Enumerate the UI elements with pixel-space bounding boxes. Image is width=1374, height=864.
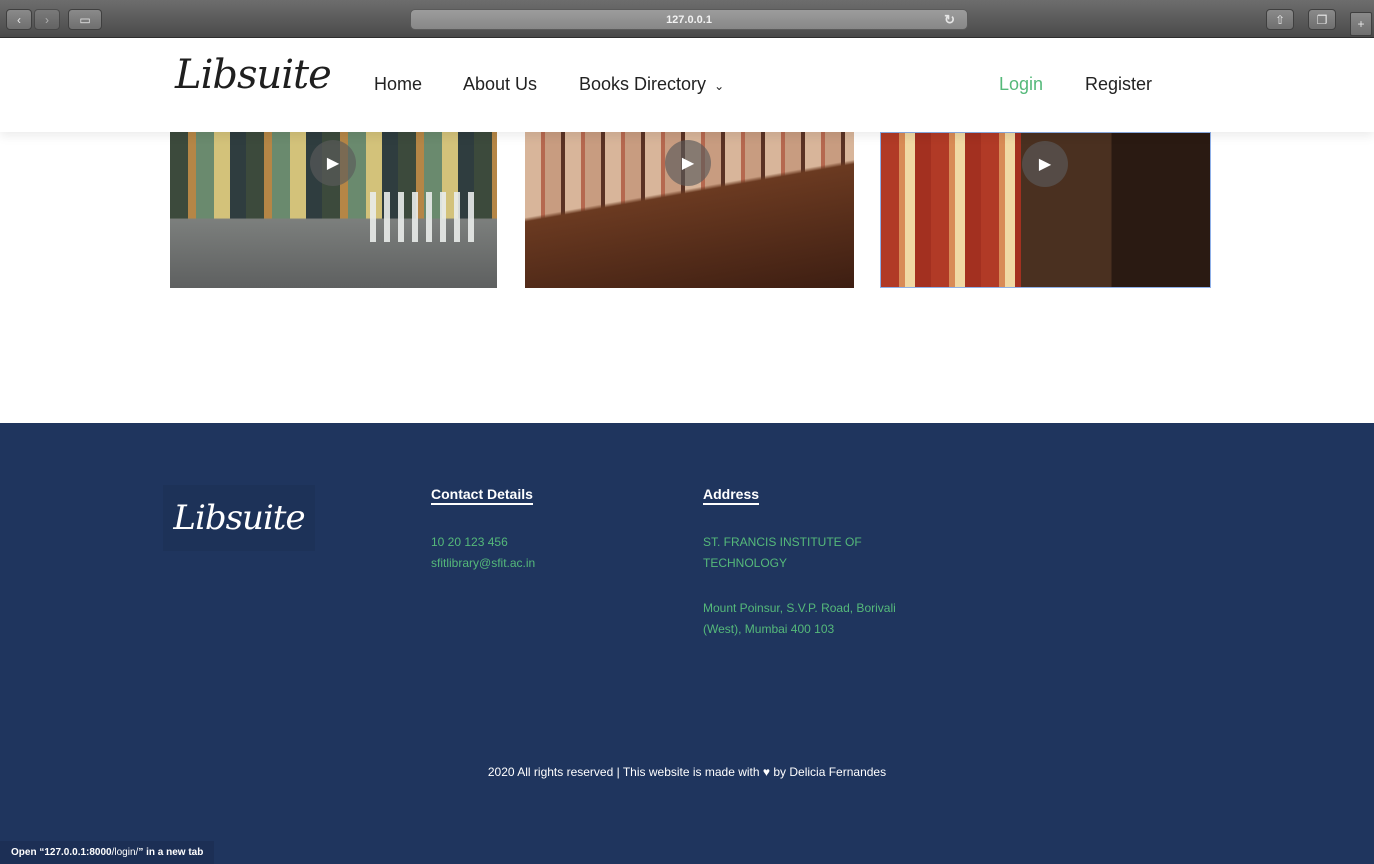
gallery-video-2[interactable]: ▶ (525, 132, 854, 288)
nav-register[interactable]: Register (1085, 74, 1152, 95)
contact-email[interactable]: sfitlibrary@sfit.ac.in (431, 553, 535, 574)
gallery-video-1[interactable]: ▶ (170, 132, 497, 288)
browser-toolbar: ‹ › ▭ 127.0.0.1 ↻ ⇧ ❐ + (0, 0, 1374, 38)
address-bar[interactable]: 127.0.0.1 ↻ (410, 9, 968, 30)
chevron-down-icon: ⌄ (714, 79, 725, 93)
sidebar-icon[interactable]: ▭ (68, 9, 102, 30)
address-heading: Address (703, 486, 760, 505)
reload-icon[interactable]: ↻ (944, 12, 955, 28)
nav-books-directory[interactable]: Books Directory ⌄ (579, 74, 724, 95)
contact-phone[interactable]: 10 20 123 456 (431, 532, 535, 553)
status-suffix: ” in a new tab (138, 847, 204, 858)
copyright-text: 2020 All rights reserved | This website … (0, 765, 1374, 779)
nav-books-label: Books Directory (579, 74, 707, 94)
gallery-video-3[interactable]: ▶ (880, 132, 1211, 288)
play-icon[interactable]: ▶ (665, 140, 711, 186)
address-street: Mount Poinsur, S.V.P. Road, Borivali (We… (703, 598, 896, 640)
address-line-1: ST. FRANCIS INSTITUTE OF (703, 535, 862, 549)
play-icon[interactable]: ▶ (1022, 141, 1068, 187)
nav-login[interactable]: Login (999, 74, 1043, 95)
address-text: 127.0.0.1 (666, 13, 712, 26)
status-path: /login/ (111, 847, 139, 858)
address-line-4: (West), Mumbai 400 103 (703, 622, 835, 636)
address-line-3: Mount Poinsur, S.V.P. Road, Borivali (703, 601, 896, 615)
nav-home[interactable]: Home (374, 74, 422, 95)
address-institute: ST. FRANCIS INSTITUTE OF TECHNOLOGY (703, 532, 862, 574)
copyright-pre: 2020 All rights reserved | This website … (487, 765, 760, 779)
bookshelf-photo (881, 133, 1021, 287)
heart-icon: ♥ (762, 765, 771, 779)
play-icon[interactable]: ▶ (310, 140, 356, 186)
library-photo (370, 192, 480, 242)
link-status-bar: Open “127.0.0.1:8000/login/” in a new ta… (0, 841, 215, 864)
site-header: Libsuite Home About Us Books Directory ⌄… (0, 38, 1374, 132)
new-tab-icon[interactable]: + (1350, 12, 1372, 36)
status-prefix: Open “127.0.0.1:8000 (11, 847, 112, 858)
back-icon[interactable]: ‹ (6, 9, 32, 30)
site-footer: Libsuite Contact Details 10 20 123 456 s… (0, 423, 1374, 864)
contact-heading: Contact Details (431, 486, 533, 505)
forward-icon[interactable]: › (34, 9, 60, 30)
address-line-2: TECHNOLOGY (703, 556, 788, 570)
contact-details: 10 20 123 456 sfitlibrary@sfit.ac.in (431, 532, 535, 574)
share-icon[interactable]: ⇧ (1266, 9, 1294, 30)
tabs-icon[interactable]: ❐ (1308, 9, 1336, 30)
copyright-post: by Delicia Fernandes (773, 765, 887, 779)
site-logo[interactable]: Libsuite (175, 52, 332, 98)
footer-logo: Libsuite (163, 485, 315, 551)
nav-about[interactable]: About Us (463, 74, 537, 95)
